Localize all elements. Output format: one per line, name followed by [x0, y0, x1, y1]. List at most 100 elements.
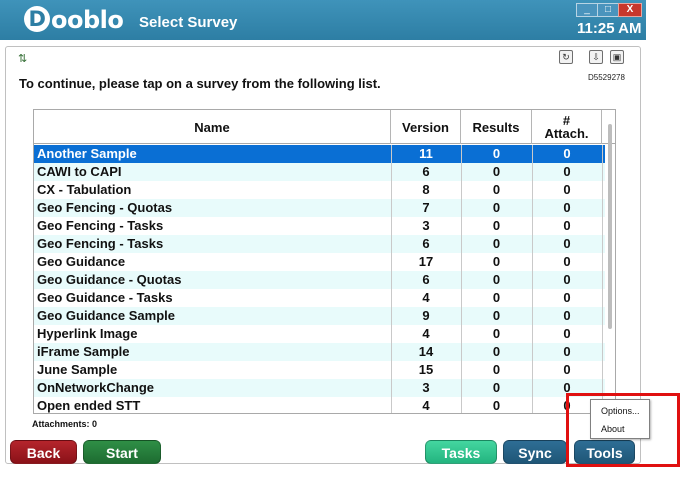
network-icon: ⇅: [18, 53, 28, 65]
window-title: Select Survey: [139, 14, 238, 31]
cell-name: Open ended STT: [37, 398, 141, 413]
cell-version: 14: [418, 344, 434, 359]
cell-attachments: 0: [563, 344, 571, 359]
cell-version: 8: [422, 182, 430, 197]
cell-name: CX - Tabulation: [37, 182, 132, 197]
table-row[interactable]: Geo Guidance Sample 9 0 0: [34, 307, 605, 325]
cell-version: 6: [422, 236, 430, 251]
cell-attachments: 0: [563, 362, 571, 377]
dooblo-logo: Dooblo: [24, 6, 124, 34]
cell-attachments: 0: [563, 308, 571, 323]
column-header-results[interactable]: Results: [461, 110, 532, 144]
table-scrollbar[interactable]: [608, 124, 612, 329]
minimize-button[interactable]: _: [576, 3, 598, 17]
table-row[interactable]: Geo Fencing - Tasks 6 0 0: [34, 235, 605, 253]
highlight-box: [566, 393, 680, 467]
cell-name: June Sample: [37, 362, 118, 377]
table-row[interactable]: Geo Fencing - Quotas 7 0 0: [34, 199, 605, 217]
cell-results: 0: [492, 254, 501, 269]
table-row[interactable]: Another Sample 11 0 0: [34, 145, 605, 163]
cell-version: 4: [422, 290, 430, 305]
column-divider: [461, 145, 462, 413]
column-header-attachments[interactable]: # Attach.: [532, 110, 602, 144]
cell-results: 0: [492, 326, 501, 341]
cell-attachments: 0: [563, 218, 571, 233]
cell-version: 3: [422, 218, 430, 233]
cell-version: 15: [418, 362, 434, 377]
table-body: Another Sample 11 0 0 CAWI to CAPI 6 0 0 CX - Ta…: [34, 145, 605, 413]
cell-results: 0: [492, 398, 501, 413]
sync-button[interactable]: Sync: [503, 440, 567, 464]
cell-name: Geo Fencing - Tasks: [37, 218, 164, 233]
table-row[interactable]: Geo Guidance - Quotas 6 0 0: [34, 271, 605, 289]
attach-header-line2: Attach.: [544, 126, 589, 141]
table-row[interactable]: Open ended STT 4 0 0: [34, 397, 605, 413]
cell-version: 4: [422, 326, 430, 341]
column-divider: [532, 145, 533, 413]
column-header-version[interactable]: Version: [391, 110, 461, 144]
cell-results: 0: [492, 272, 501, 287]
title-bar: Dooblo Select Survey _ □ X 11:25 AM: [0, 0, 646, 40]
maximize-button[interactable]: □: [597, 3, 619, 17]
cell-version: 7: [422, 200, 430, 215]
start-button[interactable]: Start: [83, 440, 161, 464]
cell-results: 0: [492, 308, 501, 323]
table-row[interactable]: Geo Guidance - Tasks 4 0 0: [34, 289, 605, 307]
table-row[interactable]: Geo Fencing - Tasks 3 0 0: [34, 217, 605, 235]
download-icon[interactable]: ⇩: [589, 50, 603, 64]
cell-name: Geo Fencing - Tasks: [37, 236, 164, 251]
column-divider: [391, 145, 392, 413]
table-row[interactable]: Geo Guidance 17 0 0: [34, 253, 605, 271]
close-button[interactable]: X: [618, 3, 642, 17]
device-id: D5529278: [588, 73, 625, 82]
cell-version: 11: [419, 146, 433, 161]
cell-results: 0: [492, 200, 501, 215]
device-icon[interactable]: ▣: [610, 50, 624, 64]
cell-name: CAWI to CAPI: [37, 164, 122, 179]
cell-attachments: 0: [563, 326, 571, 341]
table-row[interactable]: June Sample 15 0 0: [34, 361, 605, 379]
cell-attachments: 0: [563, 236, 571, 251]
cell-results: 0: [492, 146, 501, 161]
cell-attachments: 0: [563, 146, 571, 161]
cell-version: 6: [422, 164, 430, 179]
cell-results: 0: [492, 218, 501, 233]
cell-name: Geo Guidance Sample: [37, 308, 175, 323]
cell-name: iFrame Sample: [37, 344, 130, 359]
column-header-name[interactable]: Name: [34, 110, 391, 144]
cell-attachments: 0: [563, 272, 571, 287]
cell-version: 4: [422, 398, 430, 413]
cell-results: 0: [492, 164, 501, 179]
cell-version: 3: [422, 380, 430, 395]
table-row[interactable]: iFrame Sample 14 0 0: [34, 343, 605, 361]
cell-results: 0: [492, 236, 501, 251]
table-row[interactable]: OnNetworkChange 3 0 0: [34, 379, 605, 397]
cell-version: 9: [422, 308, 430, 323]
attachments-count: Attachments: 0: [32, 419, 98, 429]
cell-name: Hyperlink Image: [37, 326, 138, 341]
survey-table: Name Version Results # Attach. Another S…: [33, 109, 616, 414]
cell-version: 6: [422, 272, 430, 287]
cell-results: 0: [492, 290, 501, 305]
cell-name: Geo Guidance - Tasks: [37, 290, 173, 305]
table-row[interactable]: Hyperlink Image 4 0 0: [34, 325, 605, 343]
cell-attachments: 0: [563, 164, 571, 179]
cell-name: OnNetworkChange: [37, 380, 155, 395]
cell-name: Geo Guidance - Quotas: [37, 272, 182, 287]
cell-attachments: 0: [563, 254, 571, 269]
cell-name: Geo Guidance: [37, 254, 126, 269]
back-button[interactable]: Back: [10, 440, 77, 464]
table-row[interactable]: CAWI to CAPI 6 0 0: [34, 163, 605, 181]
cell-name: Geo Fencing - Quotas: [37, 200, 173, 215]
instruction-text: To continue, please tap on a survey from…: [19, 76, 381, 91]
refresh-icon[interactable]: ↻: [559, 50, 573, 64]
cell-version: 17: [418, 254, 434, 269]
tasks-button[interactable]: Tasks: [425, 440, 497, 464]
table-header: Name Version Results # Attach.: [34, 110, 615, 144]
table-row[interactable]: CX - Tabulation 8 0 0: [34, 181, 605, 199]
clock: 11:25 AM: [577, 20, 642, 37]
cell-results: 0: [492, 344, 501, 359]
cell-results: 0: [492, 380, 501, 395]
cell-results: 0: [492, 362, 501, 377]
column-divider: [602, 145, 603, 413]
